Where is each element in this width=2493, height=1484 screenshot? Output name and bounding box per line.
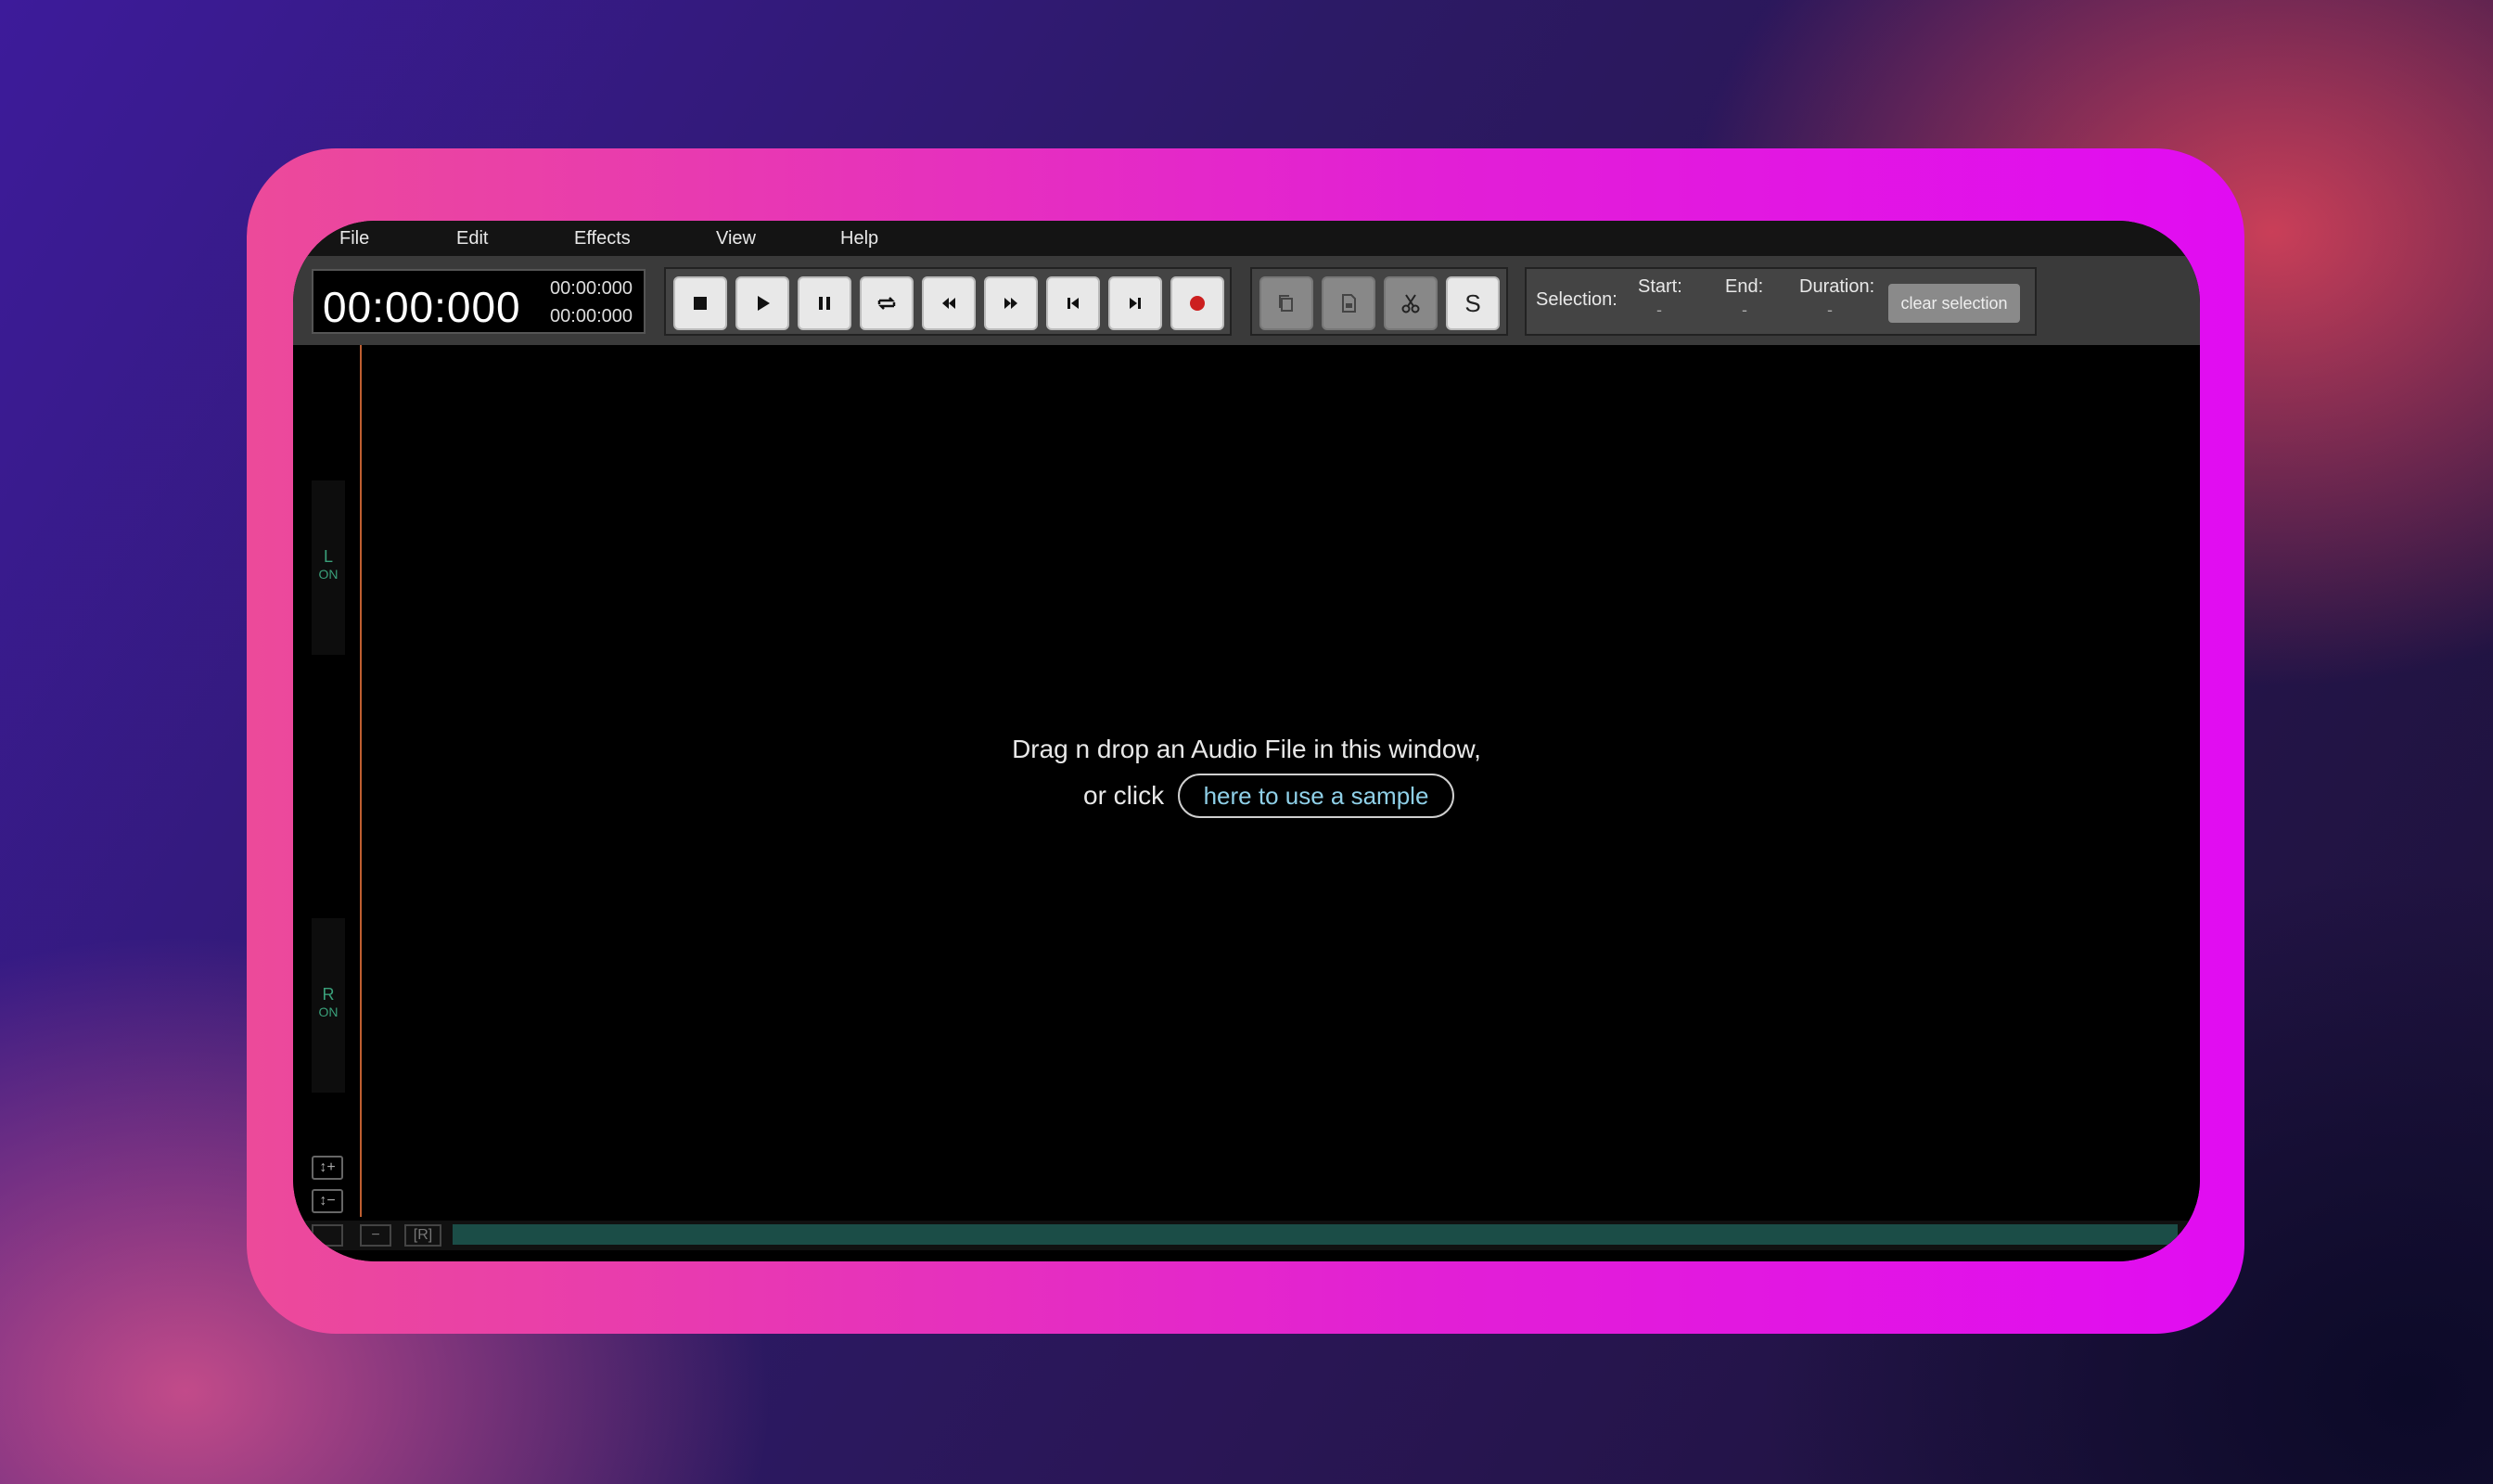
pause-button[interactable] <box>798 276 851 330</box>
selection-end-value: - <box>1742 301 1747 319</box>
drop-instruction: Drag n drop an Audio File in this window… <box>1012 735 1481 763</box>
selection-start-label: Start: <box>1638 276 1682 297</box>
silence-button[interactable]: S <box>1446 276 1500 330</box>
transport-controls <box>664 267 1232 336</box>
record-button[interactable] <box>1170 276 1224 330</box>
stop-button[interactable] <box>673 276 727 330</box>
toolbar: 00:00:000 00:00:000 00:00:000 S Selectio… <box>293 256 2200 345</box>
stop-icon <box>694 297 707 310</box>
rewind-icon <box>942 298 955 309</box>
fast-forward-button[interactable] <box>984 276 1038 330</box>
playhead[interactable] <box>360 345 362 1217</box>
selection-end-label: End: <box>1725 276 1764 297</box>
menu-edit[interactable]: Edit <box>456 228 488 249</box>
loop-icon <box>877 297 896 310</box>
zoom-out-vertical-button[interactable]: ↕− <box>312 1189 343 1213</box>
skip-start-button[interactable] <box>1046 276 1100 330</box>
cut-icon <box>1401 294 1420 313</box>
selection-panel: Selection: Start: - End: - Duration: - c… <box>1525 267 2037 336</box>
pause-icon <box>819 297 830 310</box>
channel-left-state: ON <box>318 567 339 582</box>
menu-view[interactable]: View <box>716 228 756 249</box>
loop-button[interactable] <box>860 276 914 330</box>
channel-right-toggle[interactable]: R ON <box>312 918 345 1093</box>
skip-end-button[interactable] <box>1108 276 1162 330</box>
fast-forward-icon <box>1004 298 1017 309</box>
channel-left-toggle[interactable]: L ON <box>312 480 345 655</box>
time-sub-2: 00:00:000 <box>550 306 633 326</box>
play-icon <box>758 296 770 311</box>
selection-start-value: - <box>1656 301 1662 319</box>
selection-duration-label: Duration: <box>1799 276 1875 297</box>
channel-right-state: ON <box>318 1004 339 1019</box>
rewind-button[interactable] <box>922 276 976 330</box>
skip-end-icon <box>1130 298 1141 309</box>
selection-duration-value: - <box>1827 301 1833 319</box>
paste-button[interactable] <box>1322 276 1375 330</box>
time-display: 00:00:000 00:00:000 00:00:000 <box>312 269 646 334</box>
record-icon <box>1190 296 1205 311</box>
drop-instruction-or: or click <box>1083 781 1165 810</box>
bottom-left-button[interactable] <box>312 1224 343 1247</box>
copy-button[interactable] <box>1259 276 1313 330</box>
copy-icon <box>1279 295 1293 312</box>
skip-start-icon <box>1068 298 1079 309</box>
menu-bar: File Edit Effects View Help <box>293 221 2200 256</box>
menu-help[interactable]: Help <box>840 228 878 249</box>
paste-icon <box>1342 294 1356 313</box>
use-sample-link[interactable]: here to use a sample <box>1178 774 1454 818</box>
zoom-reset-button[interactable]: [R] <box>404 1224 441 1247</box>
menu-effects[interactable]: Effects <box>574 228 631 249</box>
audio-editor-window: File Edit Effects View Help 00:00:000 00… <box>293 221 2200 1261</box>
clear-selection-button[interactable]: clear selection <box>1888 284 2020 323</box>
cut-button[interactable] <box>1384 276 1438 330</box>
horizontal-scrollbar-thumb[interactable] <box>453 1224 2178 1245</box>
edit-tools: S <box>1250 267 1508 336</box>
play-button[interactable] <box>735 276 789 330</box>
current-time: 00:00:000 <box>323 283 521 331</box>
zoom-in-vertical-button[interactable]: ↕+ <box>312 1156 343 1180</box>
time-sub-1: 00:00:000 <box>550 278 633 299</box>
channel-right-label: R <box>322 985 335 1004</box>
zoom-out-horizontal-button[interactable]: − <box>360 1224 391 1247</box>
channel-left-label: L <box>323 547 333 566</box>
menu-file[interactable]: File <box>339 228 369 249</box>
selection-label: Selection: <box>1536 289 1617 310</box>
